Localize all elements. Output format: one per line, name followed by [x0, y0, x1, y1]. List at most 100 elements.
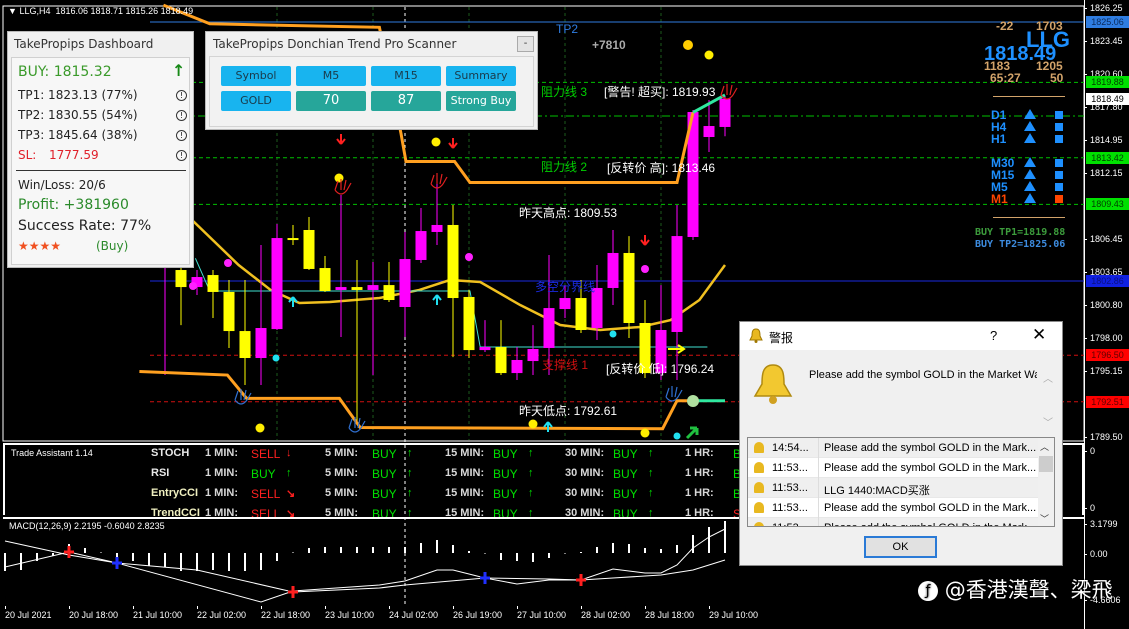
arrow-down-icon: [448, 138, 458, 149]
timeframe-label: 1 HR:: [685, 447, 714, 459]
price-badge: 1819.88: [1086, 76, 1129, 89]
alert-list-row[interactable]: 11:53... LLG 1440:MACD买涨: [748, 478, 1038, 498]
win-loss: Win/Loss: 20/6: [18, 178, 106, 192]
candle-body: [415, 231, 427, 260]
arrow-up-icon: ↑: [172, 61, 186, 80]
candle-body: [207, 275, 219, 292]
alert-list-row[interactable]: 11:53... Please add the symbol GOLD in th…: [748, 518, 1038, 526]
donchian-scanner-panel[interactable]: TakePropips Donchian Trend Pro Scanner -…: [205, 31, 538, 130]
header-m5[interactable]: M5: [296, 66, 366, 86]
header-m15[interactable]: M15: [371, 66, 441, 86]
minimize-button[interactable]: -: [517, 36, 534, 52]
time-label: 24 Jul 02:00: [389, 606, 439, 620]
cell-symbol[interactable]: GOLD: [221, 91, 291, 111]
time-label: 22 Jul 18:00: [261, 606, 311, 620]
alert-row-message: Please add the symbol GOLD in the Mark..…: [824, 522, 1036, 526]
buy-tp1-text: BUY TP1=1819.88: [975, 227, 1066, 238]
scroll-up-icon[interactable]: ︿: [1043, 370, 1053, 385]
trend-up-triangle-icon: [1024, 121, 1036, 131]
signal-dot: [272, 354, 280, 362]
column-divider: [818, 518, 819, 526]
alert-time: 14:54...: [772, 442, 809, 454]
signal-buy: BUY: [251, 467, 276, 481]
trend-square-icon: [1055, 171, 1063, 179]
column-divider: [818, 458, 819, 478]
hand-bottom-icon: [665, 386, 683, 402]
profit-points-label: +7810: [592, 38, 626, 52]
cell-m5[interactable]: 70: [296, 91, 366, 111]
alert-list-row[interactable]: 14:54... Please add the symbol GOLD in th…: [748, 438, 1038, 458]
timeframe-label: 30 MIN:: [565, 487, 605, 499]
candle-body: [607, 252, 619, 288]
time-label: 29 Jul 10:00: [709, 606, 759, 620]
signal-dot: [189, 282, 197, 290]
alert-list-row[interactable]: 11:53... Please add the symbol GOLD in th…: [748, 498, 1038, 518]
alert-dialog[interactable]: 警报 ? ✕ Please add the symbol GOLD in the…: [739, 321, 1063, 566]
bell-icon: [754, 522, 764, 526]
scroll-down-icon[interactable]: ﹀: [1043, 414, 1053, 429]
alert-history-list[interactable]: 14:54... Please add the symbol GOLD in th…: [747, 437, 1055, 527]
price-badge: 1818.49: [1086, 92, 1129, 105]
tp3-row: TP3: 1845.64 (38%): [18, 128, 138, 142]
arrow-up-icon: ↑: [286, 467, 292, 479]
candle-body: [703, 126, 715, 137]
alert-row-message: Please add the symbol GOLD in the Mark..…: [824, 462, 1037, 474]
signal-buy: BUY: [372, 467, 397, 481]
candle-body: [383, 285, 395, 301]
scroll-up-icon[interactable]: ︿: [1040, 440, 1049, 453]
yesterday-low-label: 昨天低点: 1792.61: [519, 404, 618, 418]
candle-body: [479, 347, 491, 351]
price-tick: 1806.45: [1084, 234, 1123, 245]
timeframe-label: 1 HR:: [685, 487, 714, 499]
alert-list-row[interactable]: 11:53... Please add the symbol GOLD in th…: [748, 458, 1038, 478]
divider: [993, 96, 1065, 97]
alert-row-message: Please add the symbol GOLD in the Mark..…: [824, 442, 1037, 454]
candle-body: [463, 296, 475, 351]
indicator-name: EntryCCI: [151, 487, 199, 499]
close-button[interactable]: ✕: [1032, 325, 1046, 345]
price-tick: 1823.45: [1084, 35, 1123, 46]
dialog-titlebar[interactable]: 警报 ? ✕: [740, 322, 1062, 350]
arrow-down-icon: ↓: [286, 447, 292, 459]
signal-dot: [334, 173, 344, 183]
chart-ohlc: 1816.06 1818.71 1815.26 1818.49: [55, 6, 194, 16]
scrollbar[interactable]: ︿ ﹀: [1038, 438, 1054, 526]
clock-icon: !: [176, 130, 187, 141]
signal-dot: [528, 419, 538, 429]
resistance-3-label: 阻力线 3: [541, 85, 588, 99]
sl-label: SL:: [18, 148, 37, 162]
time-label: 21 Jul 10:00: [133, 606, 183, 620]
arrow-down-icon: [336, 134, 346, 145]
triangle-down-icon[interactable]: ▼: [8, 6, 17, 16]
signal-sell: SELL: [251, 487, 281, 501]
arrow-up-icon: ↑: [528, 447, 534, 459]
candle-body: [367, 285, 379, 290]
buy-tp2-text: BUY TP2=1825.06: [975, 239, 1066, 250]
scrollbar-thumb[interactable]: [1039, 456, 1053, 472]
donchian-lower-line: [139, 370, 690, 431]
scroll-down-icon[interactable]: ﹀: [1040, 512, 1049, 525]
takepropips-dashboard[interactable]: TakePropips Dashboard BUY: 1815.32 ↑ TP1…: [7, 31, 194, 268]
sl-value: 1777.59: [49, 148, 99, 162]
arrow-up-right-icon: [685, 426, 699, 440]
clock-icon: !: [176, 90, 187, 101]
arrow-up-icon: [543, 421, 553, 432]
candle-body: [335, 287, 347, 290]
alert-dot-icon: [683, 40, 693, 50]
ok-button[interactable]: OK: [864, 536, 937, 558]
signal-dot: [609, 330, 617, 338]
clock-icon: !: [176, 110, 187, 121]
candle-body: [319, 268, 331, 292]
header-summary[interactable]: Summary: [446, 66, 516, 86]
cell-m15[interactable]: 87: [371, 91, 441, 111]
candle-body: [223, 291, 235, 332]
timeframe-label: 1 HR:: [685, 467, 714, 479]
arrow-up-icon: ↑: [528, 467, 534, 479]
cell-summary[interactable]: Strong Buy: [446, 91, 516, 111]
price-badge: 1802.86: [1086, 274, 1129, 287]
time-label: 20 Jul 18:00: [69, 606, 119, 620]
header-symbol[interactable]: Symbol: [221, 66, 291, 86]
help-button[interactable]: ?: [990, 328, 997, 343]
trend-up-triangle-icon: [1024, 169, 1036, 179]
candle-body: [543, 308, 555, 348]
